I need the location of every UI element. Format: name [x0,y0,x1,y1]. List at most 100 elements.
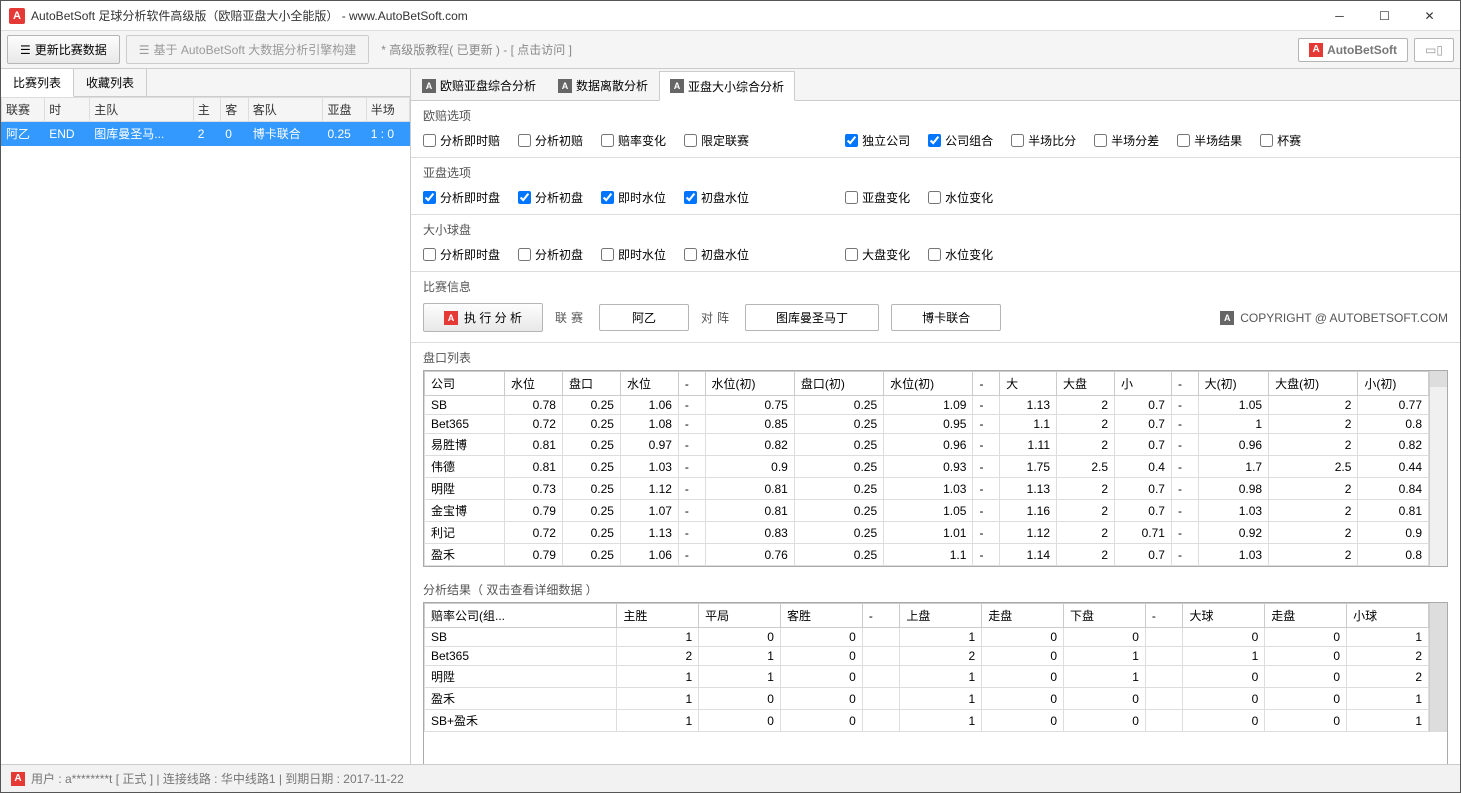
checkbox-半场分差[interactable]: 半场分差 [1094,132,1159,149]
col-header[interactable]: 时 [45,98,90,122]
col-header[interactable]: 大球 [1183,604,1265,628]
col-header[interactable]: 水位(初) [705,372,794,396]
col-header[interactable]: 联赛 [2,98,45,122]
ou-options: 大小球盘 分析即时盘分析初盘即时水位初盘水位大盘变化水位变化 [411,215,1460,272]
checkbox-半场比分[interactable]: 半场比分 [1011,132,1076,149]
book-button[interactable]: ▭▯ [1414,38,1454,62]
col-header[interactable]: 大(初) [1198,372,1269,396]
col-header[interactable]: 平局 [699,604,781,628]
match-row[interactable]: 阿乙END图库曼圣马...20博卡联合0.251 : 0 [2,122,410,146]
table-row[interactable]: 易胜博0.810.250.97-0.820.250.96-1.1120.7-0.… [425,434,1429,456]
match-grid[interactable]: 联赛时主队主客客队亚盘半场 阿乙END图库曼圣马...20博卡联合0.251 :… [1,97,410,764]
col-header[interactable]: 主队 [90,98,194,122]
refresh-label: 更新比赛数据 [35,41,107,58]
table-row[interactable]: 明陞110101002 [425,666,1429,688]
tab-favorite-list[interactable]: 收藏列表 [74,69,147,96]
col-header[interactable]: 主 [193,98,221,122]
odds-grid[interactable]: 公司水位盘口水位-水位(初)盘口(初)水位(初)-大大盘小-大(初)大盘(初)小… [423,370,1448,567]
engine-label: 基于 AutoBetSoft 大数据分析引擎构建 [154,41,357,58]
col-header[interactable]: 走盘 [1265,604,1347,628]
col-header[interactable]: 赔率公司(组... [425,604,617,628]
col-header[interactable]: 上盘 [900,604,982,628]
scrollbar[interactable] [1429,603,1447,732]
league-box: 阿乙 [599,304,689,331]
col-header[interactable]: 大 [1000,372,1057,396]
minimize-button[interactable]: ─ [1317,2,1362,30]
col-header[interactable]: 小(初) [1358,372,1429,396]
status-text: 用户 : a********t [ 正式 ] | 连接线路 : 华中线路1 | … [31,770,404,787]
checkbox-半场结果[interactable]: 半场结果 [1177,132,1242,149]
result-label: 分析结果（ 双击查看详细数据 ） [411,575,1460,600]
col-header[interactable]: 下盘 [1064,604,1146,628]
checkbox-赔率变化[interactable]: 赔率变化 [601,132,666,149]
col-header[interactable]: - [1171,372,1198,396]
tab-asia-ou[interactable]: A亚盘大小综合分析 [659,71,795,101]
checkbox-杯赛[interactable]: 杯赛 [1260,132,1301,149]
col-header[interactable]: - [973,372,1000,396]
checkbox-大盘变化[interactable]: 大盘变化 [845,246,910,263]
checkbox-亚盘变化[interactable]: 亚盘变化 [845,189,910,206]
league-label: 联赛 [555,309,587,326]
col-header[interactable]: - [862,604,900,628]
checkbox-分析初盘[interactable]: 分析初盘 [518,189,583,206]
tab-euro-asia[interactable]: A欧赔亚盘综合分析 [411,71,547,100]
tab-match-list[interactable]: 比赛列表 [1,69,74,97]
asia-options: 亚盘选项 分析即时盘分析初盘即时水位初盘水位亚盘变化水位变化 [411,158,1460,215]
checkbox-初盘水位[interactable]: 初盘水位 [684,246,749,263]
checkbox-即时水位[interactable]: 即时水位 [601,246,666,263]
col-header[interactable]: 盘口(初) [794,372,883,396]
refresh-button[interactable]: ☰ 更新比赛数据 [7,35,120,64]
table-row[interactable]: 伟德0.810.251.03-0.90.250.93-1.752.50.4-1.… [425,456,1429,478]
checkbox-水位变化[interactable]: 水位变化 [928,189,993,206]
maximize-button[interactable]: ☐ [1362,2,1407,30]
away-box: 博卡联合 [891,304,1001,331]
checkbox-独立公司[interactable]: 独立公司 [845,132,910,149]
table-row[interactable]: 盈禾100100001 [425,688,1429,710]
col-header[interactable]: 大盘(初) [1269,372,1358,396]
execute-button[interactable]: A 执 行 分 析 [423,303,543,332]
tab-dispersion[interactable]: A数据离散分析 [547,71,659,100]
close-button[interactable]: ✕ [1407,2,1452,30]
copy-icon: A [1220,311,1234,325]
result-grid[interactable]: 赔率公司(组...主胜平局客胜-上盘走盘下盘-大球走盘小球SB100100001… [423,602,1448,764]
col-header[interactable]: 公司 [425,372,505,396]
checkbox-初盘水位[interactable]: 初盘水位 [684,189,749,206]
table-row[interactable]: Bet365210201102 [425,647,1429,666]
checkbox-分析即时赔[interactable]: 分析即时赔 [423,132,500,149]
col-header[interactable]: 亚盘 [323,98,366,122]
brand-box[interactable]: A AutoBetSoft [1298,38,1408,62]
table-row[interactable]: 利记0.720.251.13-0.830.251.01-1.1220.71-0.… [425,522,1429,544]
col-header[interactable]: 盘口 [562,372,620,396]
scrollbar[interactable] [1429,371,1447,566]
checkbox-分析即时盘[interactable]: 分析即时盘 [423,246,500,263]
checkbox-限定联赛[interactable]: 限定联赛 [684,132,749,149]
col-header[interactable]: 主胜 [617,604,699,628]
table-row[interactable]: SB+盈禾100100001 [425,710,1429,732]
col-header[interactable]: 小 [1115,372,1172,396]
col-header[interactable]: 客队 [248,98,323,122]
col-header[interactable]: 大盘 [1057,372,1115,396]
table-row[interactable]: 金宝博0.790.251.07-0.810.251.05-1.1620.7-1.… [425,500,1429,522]
col-header[interactable]: 客 [221,98,249,122]
table-row[interactable]: 盈禾0.790.251.06-0.760.251.1-1.1420.7-1.03… [425,544,1429,566]
table-row[interactable]: Bet3650.720.251.08-0.850.250.95-1.120.7-… [425,415,1429,434]
checkbox-水位变化[interactable]: 水位变化 [928,246,993,263]
checkbox-即时水位[interactable]: 即时水位 [601,189,666,206]
col-header[interactable]: - [678,372,705,396]
col-header[interactable]: 水位(初) [884,372,973,396]
col-header[interactable]: - [1145,604,1183,628]
table-row[interactable]: SB0.780.251.06-0.750.251.09-1.1320.7-1.0… [425,396,1429,415]
checkbox-分析初赔[interactable]: 分析初赔 [518,132,583,149]
checkbox-分析初盘[interactable]: 分析初盘 [518,246,583,263]
checkbox-公司组合[interactable]: 公司组合 [928,132,993,149]
tutorial-link[interactable]: * 高级版教程( 已更新 ) - [ 点击访问 ] [381,41,572,58]
col-header[interactable]: 半场 [366,98,409,122]
table-row[interactable]: SB100100001 [425,628,1429,647]
col-header[interactable]: 水位 [620,372,678,396]
col-header[interactable]: 走盘 [982,604,1064,628]
col-header[interactable]: 小球 [1347,604,1429,628]
checkbox-分析即时盘[interactable]: 分析即时盘 [423,189,500,206]
col-header[interactable]: 客胜 [780,604,862,628]
col-header[interactable]: 水位 [504,372,562,396]
table-row[interactable]: 明陞0.730.251.12-0.810.251.03-1.1320.7-0.9… [425,478,1429,500]
